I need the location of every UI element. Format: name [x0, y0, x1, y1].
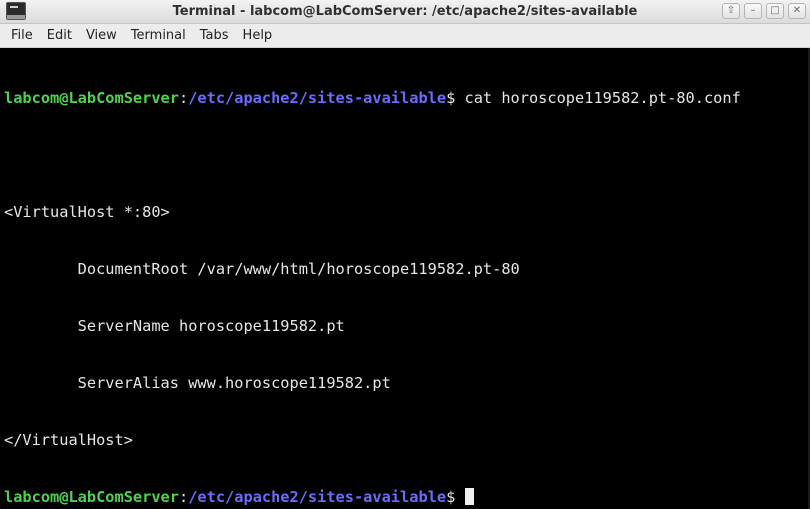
keep-above-button[interactable]: ⇧	[722, 3, 740, 19]
output-line: <VirtualHost *:80>	[4, 203, 170, 221]
menu-help[interactable]: Help	[236, 25, 280, 47]
prompt-symbol: $	[446, 488, 456, 506]
prompt-path: /etc/apache2/sites-available	[188, 488, 447, 506]
command-text: cat horoscope119582.pt-80.conf	[455, 89, 741, 107]
output-line: </VirtualHost>	[4, 431, 133, 449]
text-cursor	[464, 488, 474, 505]
window-title: Terminal - labcom@LabComServer: /etc/apa…	[172, 4, 638, 19]
window-controls: ⇧ – □ ✕	[722, 3, 806, 21]
minimize-button[interactable]: –	[744, 3, 762, 19]
maximize-button[interactable]: □	[766, 3, 784, 19]
menu-bar: File Edit View Terminal Tabs Help	[0, 24, 810, 48]
prompt-separator: :	[178, 488, 189, 506]
output-line: ServerAlias www.horoscope119582.pt	[4, 374, 391, 392]
active-prompt-line: labcom@LabComServer:/etc/apache2/sites-a…	[4, 488, 810, 507]
prompt-symbol: $	[446, 89, 456, 107]
menu-edit[interactable]: Edit	[40, 25, 79, 47]
terminal-window: Terminal - labcom@LabComServer: /etc/apa…	[0, 0, 810, 509]
menu-file[interactable]: File	[4, 25, 40, 47]
menu-tabs[interactable]: Tabs	[193, 25, 236, 47]
command-line: labcom@LabComServer:/etc/apache2/sites-a…	[4, 89, 810, 108]
output-line: ServerName horoscope119582.pt	[4, 317, 345, 335]
close-button[interactable]: ✕	[788, 3, 806, 19]
output-line: DocumentRoot /var/www/html/horoscope1195…	[4, 260, 520, 278]
terminal-output-area[interactable]: labcom@LabComServer:/etc/apache2/sites-a…	[0, 48, 810, 509]
menu-view[interactable]: View	[79, 25, 124, 47]
menu-terminal[interactable]: Terminal	[124, 25, 193, 47]
title-bar[interactable]: Terminal - labcom@LabComServer: /etc/apa…	[0, 0, 810, 24]
prompt-user: labcom@LabComServer	[4, 89, 179, 107]
prompt-user: labcom@LabComServer	[4, 488, 179, 506]
prompt-path: /etc/apache2/sites-available	[188, 89, 447, 107]
prompt-separator: :	[178, 89, 189, 107]
